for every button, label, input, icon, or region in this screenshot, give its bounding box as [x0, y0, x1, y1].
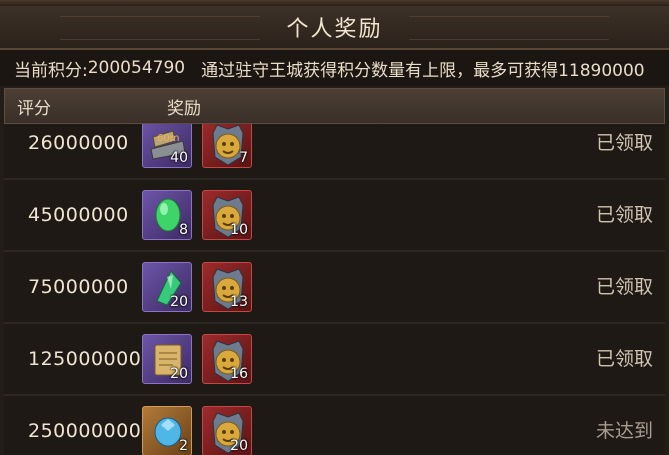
status-claimed: 已领取 [595, 348, 653, 370]
row-score: 250000000 [28, 420, 142, 442]
status-claimed: 已领取 [595, 132, 653, 154]
item-count: 16 [230, 366, 248, 382]
reward-row: 26000000 60m 40 7 已领取 [4, 124, 665, 180]
row-score: 26000000 [28, 132, 129, 154]
item-count: 10 [230, 222, 248, 238]
item-count: 8 [179, 222, 188, 238]
page-title: 个人奖励 [286, 17, 383, 42]
row-score: 75000000 [28, 276, 129, 298]
item-count: 7 [239, 150, 248, 166]
green-crystal-icon[interactable]: 20 [142, 262, 192, 312]
blue-diamond-icon[interactable]: 2 [142, 406, 192, 455]
green-gem-icon[interactable]: 8 [142, 190, 192, 240]
current-score-bar: 当前积分: 200054790 通过驻守王城获得积分数量有上限，最多可获得118… [0, 50, 669, 86]
title-ornament-left [60, 16, 260, 40]
reward-row: 250000000 2 20 未达到 [4, 396, 665, 455]
reward-row: 75000000 20 13 已领取 [4, 252, 665, 324]
header-score: 评分 [17, 98, 51, 119]
current-score-value: 200054790 [87, 58, 186, 78]
row-score: 125000000 [28, 348, 142, 370]
item-count: 13 [230, 294, 248, 310]
lion-crest-icon[interactable]: 7 [202, 124, 252, 168]
current-score-label: 当前积分: [14, 60, 88, 81]
reward-row: 45000000 8 10 已领取 [4, 180, 665, 252]
status-claimed: 已领取 [595, 276, 653, 298]
status-claimed: 已领取 [595, 204, 653, 226]
lion-crest-icon[interactable]: 20 [202, 406, 252, 455]
reward-list[interactable]: 26000000 60m 40 7 已领取 45000000 8 10 已领取 … [4, 124, 665, 455]
title-bar: 个人奖励 [0, 6, 669, 50]
score-limit-note: 通过驻守王城获得积分数量有上限，最多可获得11890000 [201, 60, 645, 81]
item-count: 40 [170, 150, 188, 166]
item-count: 20 [170, 294, 188, 310]
scroll-icon[interactable]: 20 [142, 334, 192, 384]
lion-crest-icon[interactable]: 16 [202, 334, 252, 384]
header-reward: 奖励 [167, 98, 201, 119]
item-count: 20 [230, 438, 248, 454]
lion-crest-icon[interactable]: 13 [202, 262, 252, 312]
lion-crest-icon[interactable]: 10 [202, 190, 252, 240]
title-ornament-right [409, 16, 609, 40]
reward-row: 125000000 20 16 已领取 [4, 324, 665, 396]
row-score: 45000000 [28, 204, 129, 226]
item-count: 2 [179, 438, 188, 454]
status-not-reached: 未达到 [595, 420, 653, 442]
speedup-label: 60m [157, 133, 179, 144]
table-header: 评分 奖励 [4, 88, 665, 124]
item-count: 20 [170, 366, 188, 382]
speedup-60m-icon[interactable]: 60m 40 [142, 124, 192, 168]
